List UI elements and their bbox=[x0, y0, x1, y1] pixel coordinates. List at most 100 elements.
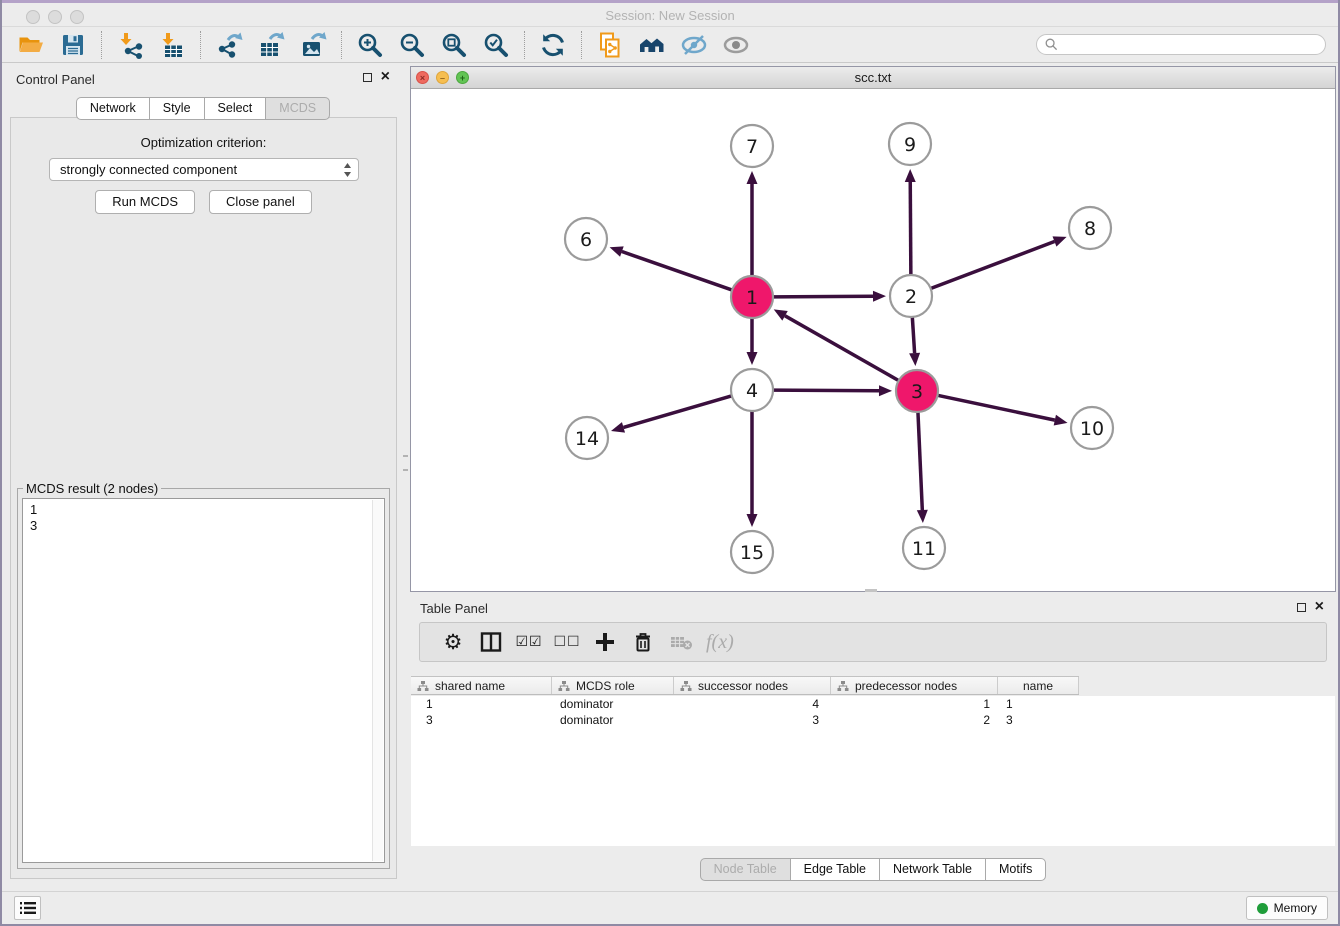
toolbar-separator bbox=[101, 31, 102, 59]
delete-rows-trash-icon[interactable] bbox=[630, 629, 656, 655]
column-header-predecessor-nodes[interactable]: predecessor nodes bbox=[831, 677, 998, 694]
control-panel-titlebar: Control Panel × bbox=[4, 63, 402, 95]
column-header-label: successor nodes bbox=[698, 679, 788, 693]
apply-layout-icon[interactable] bbox=[538, 30, 568, 60]
export-network-icon[interactable] bbox=[214, 30, 244, 60]
graph-edge-arrowhead bbox=[905, 169, 916, 182]
table-cell[interactable]: 4 bbox=[674, 697, 831, 711]
hide-selected-icon[interactable] bbox=[679, 30, 709, 60]
graph-edge-arrowhead bbox=[747, 171, 758, 184]
toolbar-separator bbox=[581, 31, 582, 59]
search-input[interactable] bbox=[1063, 38, 1317, 52]
graph-node-label: 15 bbox=[740, 542, 764, 564]
table-cell[interactable]: 1 bbox=[998, 697, 1079, 711]
memory-button[interactable]: Memory bbox=[1246, 896, 1328, 920]
column-header-name[interactable]: name bbox=[998, 677, 1079, 694]
canvas-resize-grip[interactable] bbox=[865, 589, 877, 592]
network-window-titlebar: × – + scc.txt bbox=[411, 67, 1335, 89]
task-history-button[interactable] bbox=[14, 896, 41, 920]
window-titlebar: Session: New Session bbox=[2, 3, 1338, 27]
graph-edge-arrowhead bbox=[747, 514, 758, 527]
search-icon bbox=[1045, 38, 1058, 51]
zoom-fit-icon[interactable] bbox=[439, 30, 469, 60]
table-options-gear-icon[interactable]: ⚙ bbox=[440, 629, 466, 655]
dropdown-stepper-icon bbox=[343, 162, 352, 178]
zoom-out-icon[interactable] bbox=[397, 30, 427, 60]
float-table-panel-icon[interactable] bbox=[1297, 603, 1306, 612]
table-row[interactable]: 1dominator411 bbox=[411, 696, 1335, 712]
tab-node-table[interactable]: Node Table bbox=[700, 858, 790, 881]
graph-edge-2-9[interactable] bbox=[910, 182, 911, 275]
save-session-icon[interactable] bbox=[58, 30, 88, 60]
add-row-icon[interactable] bbox=[592, 629, 618, 655]
close-panel-icon[interactable]: × bbox=[381, 67, 390, 87]
tab-mcds[interactable]: MCDS bbox=[265, 97, 330, 120]
graph-edge-arrowhead bbox=[611, 422, 625, 433]
table-panel: Table Panel × ⚙ ☑☑ ☐☐ f(x) shared nameMC… bbox=[410, 596, 1336, 890]
panel-divider-grip[interactable] bbox=[403, 455, 408, 471]
graph-edge-2-3[interactable] bbox=[912, 317, 914, 353]
table-cell[interactable]: 1 bbox=[411, 697, 552, 711]
column-header-MCDS-role[interactable]: MCDS role bbox=[552, 677, 674, 694]
show-all-icon[interactable] bbox=[721, 30, 751, 60]
graph-edge-arrowhead bbox=[917, 510, 928, 523]
tab-network[interactable]: Network bbox=[76, 97, 149, 120]
run-mcds-button[interactable]: Run MCDS bbox=[95, 190, 195, 214]
import-table-icon[interactable] bbox=[157, 30, 187, 60]
table-cell[interactable]: 1 bbox=[831, 697, 998, 711]
tab-network-table[interactable]: Network Table bbox=[879, 858, 985, 881]
tree-icon bbox=[680, 680, 692, 692]
zoom-in-icon[interactable] bbox=[355, 30, 385, 60]
mcds-result-text[interactable]: 1 3 bbox=[22, 498, 385, 863]
export-table-icon[interactable] bbox=[256, 30, 286, 60]
zoom-selected-icon[interactable] bbox=[481, 30, 511, 60]
close-panel-button[interactable]: Close panel bbox=[209, 190, 312, 214]
table-row[interactable]: 3dominator323 bbox=[411, 712, 1335, 728]
graph-edge-4-14[interactable] bbox=[623, 396, 731, 428]
graph-edge-4-3[interactable] bbox=[773, 390, 879, 391]
table-cell[interactable]: 3 bbox=[998, 713, 1079, 727]
tab-select[interactable]: Select bbox=[204, 97, 266, 120]
tab-edge-table[interactable]: Edge Table bbox=[790, 858, 879, 881]
network-canvas[interactable]: 7968124314101511 bbox=[411, 89, 1335, 591]
column-header-shared-name[interactable]: shared name bbox=[411, 677, 552, 694]
graph-edge-3-10[interactable] bbox=[938, 395, 1055, 420]
open-session-icon[interactable] bbox=[16, 30, 46, 60]
tree-icon bbox=[417, 680, 429, 692]
graph-edge-1-6[interactable] bbox=[622, 252, 732, 291]
float-panel-icon[interactable] bbox=[363, 73, 372, 82]
deselect-all-checks-icon[interactable]: ☐☐ bbox=[554, 629, 580, 655]
table-cell[interactable]: 3 bbox=[411, 713, 552, 727]
graph-edge-arrowhead bbox=[909, 353, 920, 366]
search-field[interactable] bbox=[1036, 34, 1326, 55]
main-toolbar bbox=[2, 27, 1338, 63]
export-image-icon[interactable] bbox=[298, 30, 328, 60]
show-columns-icon[interactable] bbox=[478, 629, 504, 655]
mcds-buttons-row: Run MCDS Close panel bbox=[11, 190, 396, 214]
graph-node-label: 8 bbox=[1084, 218, 1096, 240]
close-table-panel-icon[interactable]: × bbox=[1315, 597, 1324, 617]
scrollbar[interactable] bbox=[372, 500, 383, 861]
new-network-from-selection-icon[interactable] bbox=[595, 30, 625, 60]
memory-label: Memory bbox=[1274, 901, 1317, 915]
column-header-successor-nodes[interactable]: successor nodes bbox=[674, 677, 831, 694]
table-cell[interactable]: 3 bbox=[674, 713, 831, 727]
control-panel-title: Control Panel bbox=[16, 72, 95, 87]
graph-edge-2-8[interactable] bbox=[931, 241, 1055, 288]
table-cell[interactable]: dominator bbox=[552, 697, 674, 711]
table-cell[interactable]: dominator bbox=[552, 713, 674, 727]
criterion-dropdown[interactable]: strongly connected component bbox=[49, 158, 359, 181]
tab-style[interactable]: Style bbox=[149, 97, 204, 120]
graph-node-label: 14 bbox=[575, 428, 599, 450]
table-cell[interactable]: 2 bbox=[831, 713, 998, 727]
control-panel-tabs: NetworkStyleSelectMCDS bbox=[4, 97, 402, 120]
graph-edge-1-2[interactable] bbox=[773, 296, 873, 297]
tab-motifs[interactable]: Motifs bbox=[985, 858, 1046, 881]
graph-edge-3-1[interactable] bbox=[785, 316, 899, 381]
function-builder-icon[interactable]: f(x) bbox=[706, 629, 734, 655]
first-neighbors-icon[interactable] bbox=[637, 30, 667, 60]
select-all-checks-icon[interactable]: ☑☑ bbox=[516, 629, 542, 655]
import-network-icon[interactable] bbox=[115, 30, 145, 60]
graph-edge-3-11[interactable] bbox=[918, 412, 922, 510]
delete-table-icon[interactable] bbox=[668, 629, 694, 655]
